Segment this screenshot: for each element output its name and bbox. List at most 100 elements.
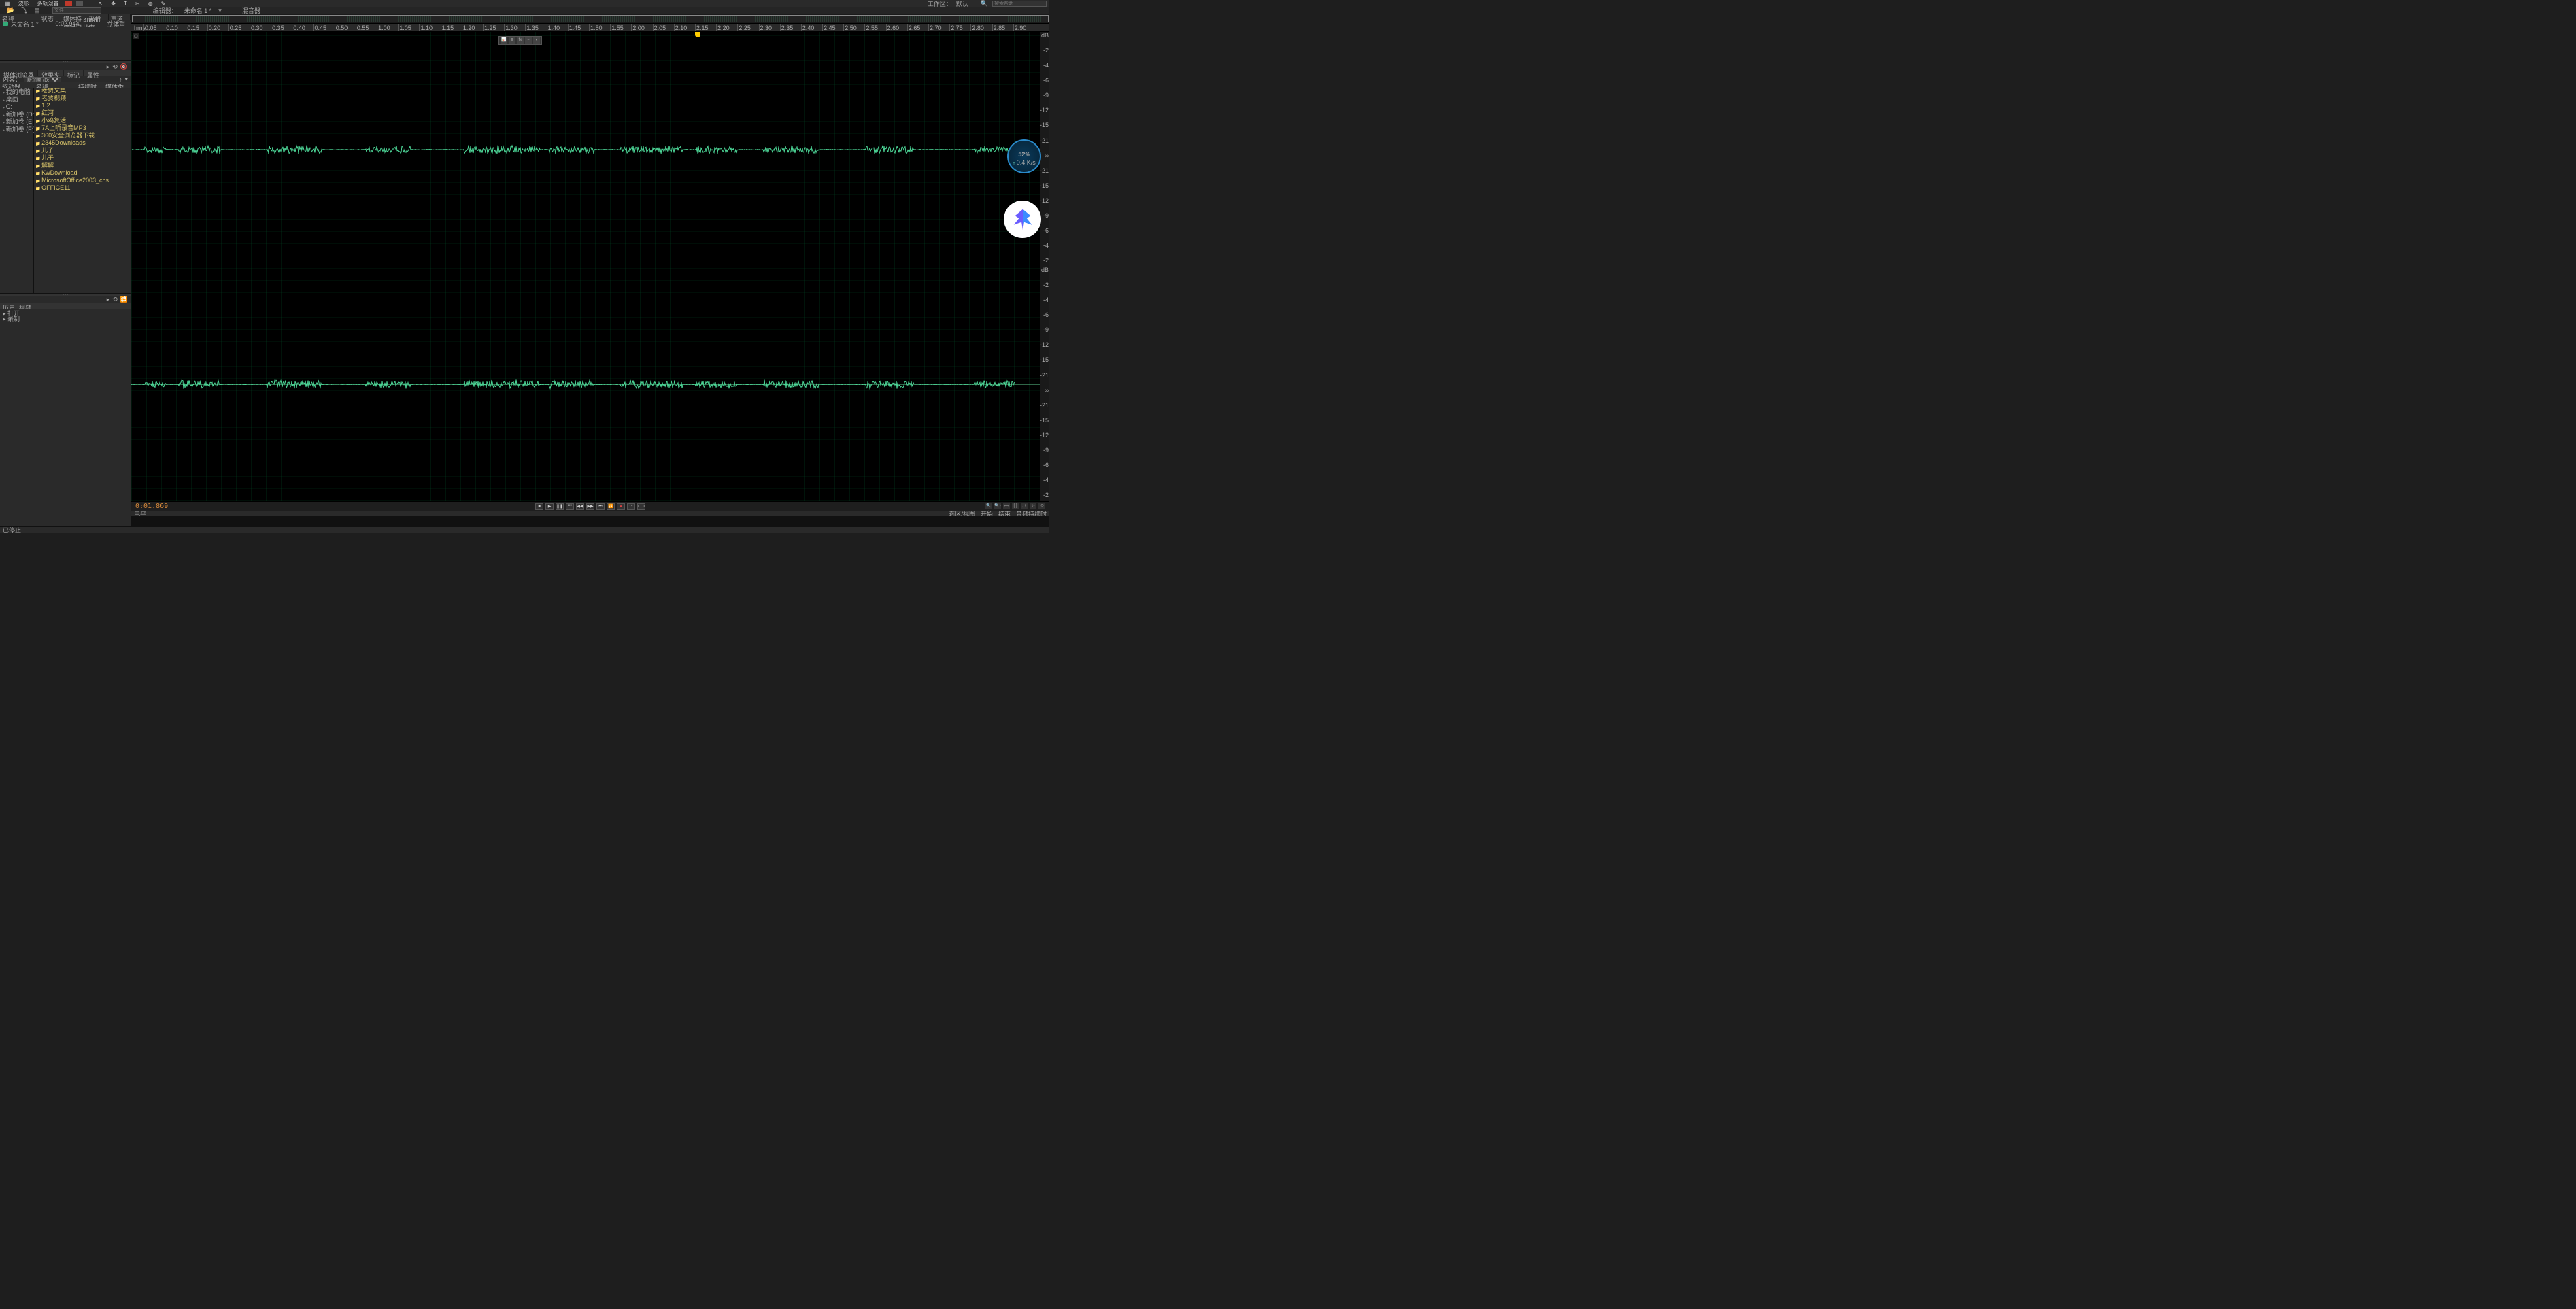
ruler-tick: 0.55 (356, 24, 369, 31)
tool-select-icon[interactable]: ✥ (109, 1, 118, 7)
hud-pan-icon[interactable]: ⊕ (509, 37, 515, 44)
files-open-icon[interactable]: 📂 (7, 7, 14, 14)
ruler-tick: 0.35 (271, 24, 284, 31)
open-file-row[interactable]: 未命名 1 * 0:02.944 48000 Hz 立体声 (0, 20, 131, 27)
zoom-reset-icon[interactable]: ⟲ (1038, 503, 1045, 509)
zoom-in-icon[interactable]: 🔍+ (985, 503, 992, 509)
playlist-loop-icon[interactable]: ⟲ (112, 63, 118, 71)
mb-drive-tree[interactable]: 我的电脑桌面C:新加卷 (D:)新加卷 (E:)新加卷 (F:) (0, 88, 34, 293)
transport-play-button[interactable]: ▶ (545, 503, 554, 510)
zoom-sel-icon[interactable]: [ ] (1012, 503, 1019, 509)
transport-stop-button[interactable]: ■ (535, 503, 543, 510)
search-icon: 🔍 (981, 0, 988, 7)
tool-razor-icon[interactable]: ✂ (133, 1, 142, 7)
db-scale-right-ch: dB-2-4-6-9-12-15-21∞-21-15-12-9-6-4-2 (1040, 267, 1049, 501)
zoom-in-v-icon[interactable]: ↕+ (1021, 503, 1028, 509)
playlist-play-icon[interactable]: ▸ (107, 63, 110, 71)
tab-history[interactable]: 历史 (3, 303, 15, 309)
mb-preview-loop-icon[interactable]: 🔁 (120, 296, 128, 303)
mb-folder-list[interactable]: 老贾文集老贾视频1.2红河小鸡复活7A上听录音MP3360安全浏览器下载2345… (34, 88, 131, 293)
ruler-tick: 1.55 (610, 24, 624, 31)
transport-pause-button[interactable]: ❚❚ (556, 503, 564, 510)
editor-dropdown-icon[interactable]: ▾ (218, 7, 222, 14)
mb-col-name[interactable]: 名称 (34, 82, 76, 88)
mb-filter-select[interactable]: 新加卷 (D:) (24, 77, 61, 82)
tool-move-icon[interactable]: ↖ (97, 1, 105, 7)
ruler-tick: 2.45 (822, 24, 836, 31)
mb-col-type[interactable]: 媒体类型 (103, 82, 131, 88)
transport-punch-button[interactable]: ⊏⊐ (637, 503, 645, 510)
zoom-full-icon[interactable]: ⟷ (1003, 503, 1010, 509)
hud-volume-icon[interactable]: 📊 (501, 37, 507, 44)
overview-viewport-handle[interactable] (132, 15, 1049, 22)
transport-rew-button[interactable]: ⏮ (566, 503, 574, 510)
mode-multitrack-btn[interactable]: 多轨混音 (35, 0, 61, 7)
ruler-tick: 0.20 (207, 24, 221, 31)
ruler-tick: 2.15 (695, 24, 709, 31)
ruler-tick: 1.15 (441, 24, 454, 31)
hud-tools[interactable]: 📊 ⊕ fx ~ ▾ (498, 36, 542, 45)
channel-left[interactable] (131, 32, 1040, 267)
transport-back-button[interactable]: ◀◀ (576, 503, 584, 510)
history-list[interactable]: ▸ 打开 ▸ 录制 (0, 309, 131, 322)
ruler-tick: 1.30 (504, 24, 518, 31)
ruler-tick: 2.70 (928, 24, 942, 31)
ruler-tick: 2.75 (949, 24, 963, 31)
tab-properties[interactable]: 属性 (84, 70, 103, 76)
ruler-tick: 1.40 (547, 24, 560, 31)
tab-video[interactable]: 视频 (19, 303, 31, 309)
ruler-tick: 0.40 (292, 24, 305, 31)
ruler-tick: 2.90 (1013, 24, 1027, 31)
transport-loop-button[interactable]: 🔁 (607, 503, 615, 510)
ruler-tick: 2.00 (631, 24, 645, 31)
tool-text-icon[interactable]: T (122, 1, 129, 7)
channel-corner-btn[interactable]: ◻ (133, 33, 139, 39)
mb-preview-play-icon[interactable]: ▸ (107, 296, 110, 303)
waveform-editor[interactable]: ◻ dB-2-4-6-9-12-15-21∞-21-15-12-9-6-4-2 … (131, 32, 1049, 501)
waveform-left (131, 144, 1015, 155)
thunder-bird-widget[interactable] (1004, 201, 1041, 238)
ruler-tick: 1.20 (462, 24, 475, 31)
tab-markers[interactable]: 标记 (64, 70, 84, 76)
tab-effects-rack[interactable]: 效果夹 (38, 70, 64, 76)
transport-skip-button[interactable]: ⤳ (627, 503, 635, 510)
workspace-value[interactable]: 默认 (956, 0, 968, 8)
zoom-out-icon[interactable]: 🔍- (994, 503, 1001, 509)
ruler-tick: 2.10 (674, 24, 688, 31)
channel-right[interactable] (131, 267, 1040, 501)
app-menu-grid-icon[interactable]: ▦ (3, 1, 12, 7)
ruler-tick: 0.50 (335, 24, 348, 31)
files-grid-icon[interactable]: ▤ (34, 7, 40, 14)
hud-fx-icon[interactable]: fx (517, 37, 524, 44)
status-text: 已停止 (3, 526, 21, 534)
ruler-tick: 2.80 (970, 24, 984, 31)
mb-col-dur[interactable]: 持续时间 (76, 82, 103, 88)
transport-fwd-button[interactable]: ▶▶ (586, 503, 594, 510)
files-search-input[interactable] (52, 7, 101, 14)
ruler-tick: 2.25 (737, 24, 751, 31)
mb-list-item[interactable]: OFFICE11 (34, 185, 131, 192)
system-perf-widget[interactable]: 52% ↑ 0.4 K/s (1007, 139, 1041, 173)
mb-up-icon[interactable]: ↑ (119, 76, 122, 83)
mode-indicator-icon (76, 1, 83, 6)
waveform-file-icon (3, 22, 8, 26)
hud-pitch-icon[interactable]: ~ (525, 37, 532, 44)
zoom-out-v-icon[interactable]: ↕- (1030, 503, 1036, 509)
workspace-label: 工作区： (928, 0, 952, 8)
waveform-overview[interactable] (131, 14, 1049, 24)
search-help-input[interactable] (992, 1, 1047, 7)
playhead-marker-icon[interactable] (695, 32, 700, 37)
transport-record-button[interactable]: ● (617, 503, 625, 510)
mb-tree-item[interactable]: 新加卷 (F:) (1, 126, 32, 134)
mb-col-drive[interactable]: 驱动器 (0, 82, 34, 88)
hud-more-icon[interactable]: ▾ (533, 37, 540, 44)
mb-preview-autoplay-icon[interactable]: ⟲ (112, 296, 118, 303)
open-file-duration: 0:02.944 (56, 20, 81, 27)
time-ruler[interactable]: hms 0.050.100.150.200.250.300.350.400.45… (131, 24, 1049, 32)
ruler-tick: 2.30 (759, 24, 773, 31)
ruler-tick: 0.10 (165, 24, 178, 31)
level-meters[interactable] (131, 516, 1049, 526)
ruler-tick: 2.55 (864, 24, 878, 31)
transport-end-button[interactable]: ⏭ (596, 503, 605, 510)
playlist-mute-icon[interactable]: 🔇 (120, 63, 128, 71)
